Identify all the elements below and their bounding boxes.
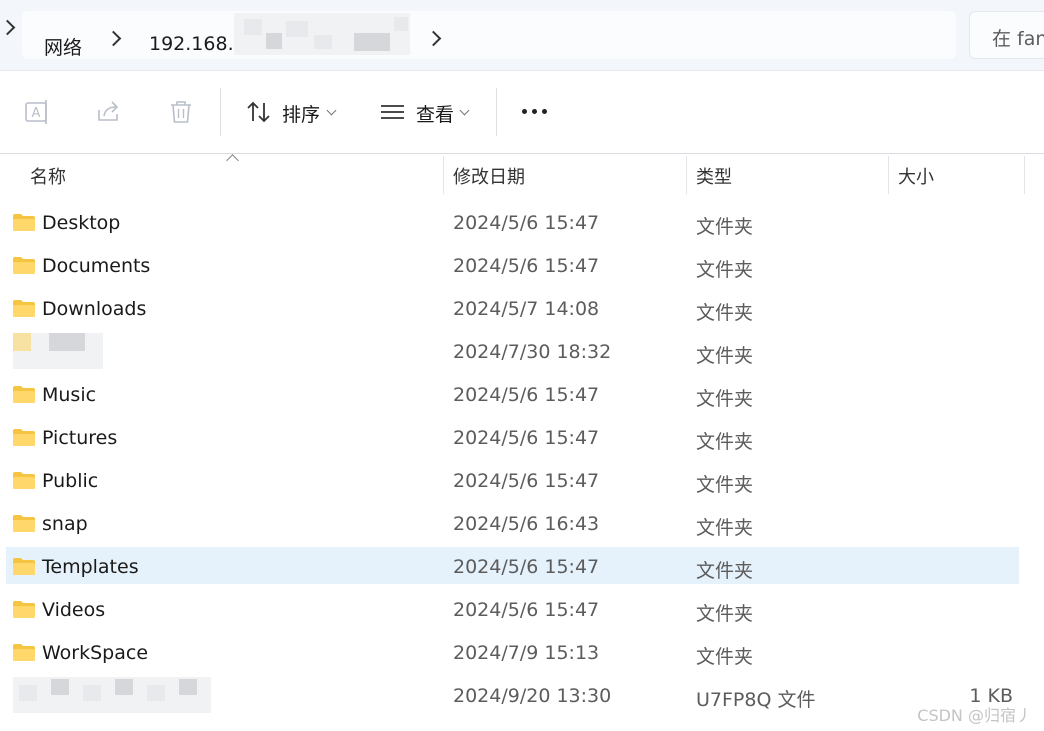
folder-icon (13, 429, 35, 446)
sort-label: 排序 (282, 104, 321, 126)
file-name: snap (42, 513, 88, 535)
search-placeholder: 在 fan (992, 28, 1044, 50)
folder-icon (13, 644, 35, 661)
folder-icon (13, 214, 35, 231)
file-type: 文件夹 (696, 603, 754, 625)
file-type: 文件夹 (696, 302, 754, 324)
table-row[interactable]: Pictures 2024/5/6 15:47 文件夹 (6, 418, 1019, 455)
table-row[interactable]: 2024/7/30 18:32 文件夹 (6, 332, 1019, 369)
address-bar-region: 网络 192.168.1 在 fan (0, 0, 1044, 70)
file-name: Documents (42, 255, 151, 277)
file-name: Pictures (42, 427, 118, 449)
table-row[interactable]: Music 2024/5/6 15:47 文件夹 (6, 375, 1019, 412)
folder-icon (13, 601, 35, 618)
table-row[interactable]: Videos 2024/5/6 15:47 文件夹 (6, 590, 1019, 627)
column-resize-handle[interactable] (443, 156, 444, 194)
command-bar: A 排序 查看 (0, 71, 1044, 153)
more-dot (522, 109, 527, 114)
folder-icon (13, 515, 35, 532)
table-row[interactable]: Templates 2024/5/6 15:47 文件夹 (6, 547, 1019, 584)
more-dot (542, 109, 547, 114)
column-resize-handle[interactable] (686, 156, 687, 194)
redacted-name (13, 333, 103, 369)
table-row[interactable]: Documents 2024/5/6 15:47 文件夹 (6, 246, 1019, 283)
file-name: Templates (42, 556, 139, 578)
chevron-right-icon[interactable] (105, 30, 122, 47)
folder-icon (13, 558, 35, 575)
file-type: 文件夹 (696, 517, 754, 539)
toolbar-separator (496, 88, 497, 136)
file-date: 2024/9/20 13:30 (453, 685, 612, 707)
rename-icon[interactable]: A (22, 97, 52, 127)
file-type: 文件夹 (696, 259, 754, 281)
folder-icon (13, 386, 35, 403)
file-date: 2024/5/6 15:47 (453, 427, 600, 449)
view-list-icon (381, 105, 404, 119)
table-row[interactable]: WorkSpace 2024/7/9 15:13 文件夹 (6, 633, 1019, 670)
column-header-date[interactable]: 修改日期 (453, 163, 525, 189)
file-date: 2024/5/6 15:47 (453, 212, 600, 234)
address-bar[interactable]: 网络 192.168.1 (22, 11, 956, 59)
file-type: 文件夹 (696, 345, 754, 367)
table-row[interactable]: snap 2024/5/6 16:43 文件夹 (6, 504, 1019, 541)
file-name: Downloads (42, 298, 147, 320)
file-date: 2024/5/6 15:47 (453, 255, 600, 277)
column-resize-handle[interactable] (1024, 156, 1025, 194)
sort-ascending-icon (226, 154, 239, 167)
table-row[interactable]: Desktop 2024/5/6 15:47 文件夹 (6, 203, 1019, 240)
share-icon[interactable] (94, 97, 124, 127)
watermark: CSDN @归宿丿 (917, 706, 1032, 725)
file-name: Music (42, 384, 97, 406)
file-type: 文件夹 (696, 388, 754, 410)
column-header-row: 名称 修改日期 类型 大小 (0, 154, 1044, 196)
column-header-size[interactable]: 大小 (898, 163, 934, 189)
table-row[interactable]: 2024/9/20 13:30 U7FP8Q 文件 1 KB (6, 676, 1019, 713)
table-row[interactable]: Downloads 2024/5/7 14:08 文件夹 (6, 289, 1019, 326)
svg-text:A: A (32, 106, 41, 121)
file-date: 2024/7/30 18:32 (453, 341, 612, 363)
breadcrumb-network[interactable]: 网络 (44, 33, 82, 60)
column-resize-handle[interactable] (888, 156, 889, 194)
file-date: 2024/5/6 16:43 (453, 513, 600, 535)
search-input[interactable]: 在 fan (969, 11, 1044, 59)
toolbar-separator (220, 88, 221, 136)
file-type: U7FP8Q 文件 (696, 689, 816, 711)
chevron-down-icon (459, 105, 470, 116)
column-header-type[interactable]: 类型 (696, 163, 732, 189)
file-name: Public (42, 470, 99, 492)
folder-icon (13, 472, 35, 489)
file-date: 2024/7/9 15:13 (453, 642, 600, 664)
redacted-name (13, 677, 211, 713)
folder-icon (13, 300, 35, 317)
column-header-name[interactable]: 名称 (30, 163, 66, 189)
delete-icon[interactable] (166, 97, 196, 127)
file-date: 2024/5/6 15:47 (453, 599, 600, 621)
file-type: 文件夹 (696, 474, 754, 496)
file-name: Videos (42, 599, 106, 621)
folder-icon (13, 257, 35, 274)
more-options-button[interactable] (522, 109, 548, 115)
chevron-right-icon[interactable] (425, 30, 442, 47)
file-type: 文件夹 (696, 646, 754, 668)
chevron-right-icon[interactable] (0, 19, 16, 36)
file-type: 文件夹 (696, 431, 754, 453)
sort-icon (247, 101, 270, 123)
file-date: 2024/5/6 15:47 (453, 470, 600, 492)
chevron-down-icon (326, 105, 337, 116)
table-row[interactable]: Public 2024/5/6 15:47 文件夹 (6, 461, 1019, 498)
file-type: 文件夹 (696, 560, 754, 582)
file-type: 文件夹 (696, 216, 754, 238)
file-date: 2024/5/6 15:47 (453, 556, 600, 578)
view-label: 查看 (416, 104, 455, 126)
file-name: Desktop (42, 212, 121, 234)
breadcrumb-ip[interactable]: 192.168.1 (149, 33, 246, 55)
file-date: 2024/5/6 15:47 (453, 384, 600, 406)
file-date: 2024/5/7 14:08 (453, 298, 600, 320)
file-name: WorkSpace (42, 642, 149, 664)
more-dot (532, 109, 537, 114)
